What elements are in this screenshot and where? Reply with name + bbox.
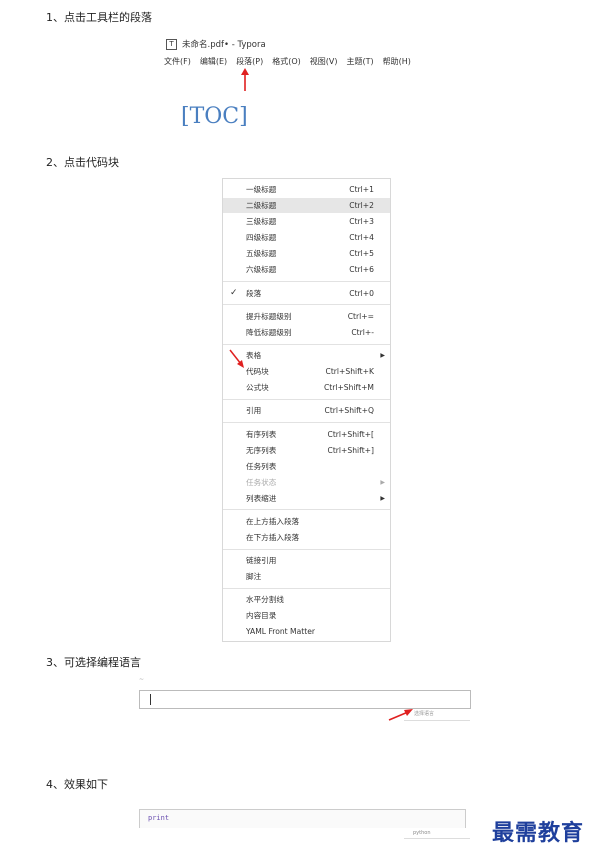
- result-language-label: python: [413, 830, 431, 836]
- language-input-underline: [404, 720, 470, 721]
- menu-item-h1[interactable]: 一级标题 Ctrl+1: [223, 182, 390, 197]
- typora-title-bar: T 未命名.pdf• - Typora: [166, 38, 266, 50]
- menu-view[interactable]: 视图(V): [310, 56, 338, 67]
- code-block-editor[interactable]: [139, 690, 471, 709]
- menu-file[interactable]: 文件(F): [164, 56, 191, 67]
- menu-item-h6[interactable]: 六级标题 Ctrl+6: [223, 262, 390, 277]
- menu-item-horizontal-rule[interactable]: 水平分割线: [223, 592, 390, 607]
- menu-item-math-block[interactable]: 公式块 Ctrl+Shift+M: [223, 380, 390, 395]
- menu-help[interactable]: 帮助(H): [383, 56, 411, 67]
- step-1-heading: 1、点击工具栏的段落: [46, 11, 152, 24]
- menu-separator: [223, 588, 390, 589]
- arrow-up-icon: [241, 68, 249, 91]
- menu-format[interactable]: 格式(O): [272, 56, 301, 67]
- typora-app-icon: T: [166, 38, 177, 50]
- menu-item-quote[interactable]: 引用 Ctrl+Shift+Q: [223, 403, 390, 418]
- menu-item-table-of-contents[interactable]: 内容目录: [223, 608, 390, 623]
- watermark-logo: 最需教育: [492, 820, 585, 846]
- menu-edit[interactable]: 编辑(E): [200, 56, 227, 67]
- menu-item-h5[interactable]: 五级标题 Ctrl+5: [223, 246, 390, 261]
- menu-item-unordered-list[interactable]: 无序列表 Ctrl+Shift+]: [223, 443, 390, 458]
- menu-item-code-block[interactable]: 代码块 Ctrl+Shift+K: [223, 364, 390, 379]
- menu-separator: [223, 509, 390, 510]
- menu-item-demote-heading[interactable]: 降低标题级别 Ctrl+-: [223, 325, 390, 340]
- menu-item-ordered-list[interactable]: 有序列表 Ctrl+Shift+[: [223, 427, 390, 442]
- submenu-arrow-icon: ▶: [380, 479, 385, 486]
- menu-item-task-list[interactable]: 任务列表: [223, 459, 390, 474]
- check-icon: ✓: [230, 288, 238, 298]
- menu-separator: [223, 304, 390, 305]
- menu-separator: [223, 344, 390, 345]
- menu-item-footnote[interactable]: 脚注: [223, 569, 390, 584]
- code-text: print: [148, 814, 170, 822]
- menu-separator: [223, 549, 390, 550]
- toc-placeholder: [TOC]: [181, 104, 248, 129]
- menu-theme[interactable]: 主题(T): [346, 56, 373, 67]
- menu-item-h4[interactable]: 四级标题 Ctrl+4: [223, 230, 390, 245]
- menu-separator: [223, 422, 390, 423]
- language-select-input[interactable]: 选择语言: [414, 710, 434, 717]
- text-caret: [150, 694, 151, 705]
- submenu-arrow-icon: ▶: [380, 495, 385, 502]
- menu-item-h3[interactable]: 三级标题 Ctrl+3: [223, 214, 390, 229]
- menu-item-promote-heading[interactable]: 提升标题级别 Ctrl+=: [223, 309, 390, 324]
- menu-separator: [223, 281, 390, 282]
- menu-item-task-status: 任务状态 ▶: [223, 475, 390, 490]
- step-4-heading: 4、效果如下: [46, 778, 108, 791]
- menu-item-paragraph[interactable]: ✓ 段落 Ctrl+0: [223, 286, 390, 301]
- step-2-heading: 2、点击代码块: [46, 156, 119, 169]
- submenu-arrow-icon: ▶: [380, 352, 385, 359]
- fence-mark: ~: [139, 676, 145, 683]
- window-title: 未命名.pdf• - Typora: [182, 40, 266, 50]
- result-language-underline: [404, 838, 470, 839]
- typora-menu-bar: 文件(F) 编辑(E) 段落(P) 格式(O) 视图(V) 主题(T) 帮助(H…: [164, 56, 411, 67]
- paragraph-menu: 一级标题 Ctrl+1 二级标题 Ctrl+2 三级标题 Ctrl+3 四级标题 Ctr…: [222, 178, 391, 642]
- arrow-diagonal-icon: [229, 349, 244, 368]
- menu-item-link-reference[interactable]: 链接引用: [223, 553, 390, 568]
- menu-item-insert-below[interactable]: 在下方插入段落: [223, 530, 390, 545]
- menu-item-list-indent[interactable]: 列表缩进 ▶: [223, 491, 390, 506]
- menu-item-insert-above[interactable]: 在上方插入段落: [223, 514, 390, 529]
- menu-separator: [223, 399, 390, 400]
- menu-item-yaml-front-matter[interactable]: YAML Front Matter: [223, 624, 390, 639]
- menu-item-h2[interactable]: 二级标题 Ctrl+2: [223, 198, 390, 213]
- result-code-block: print: [139, 809, 466, 828]
- step-3-heading: 3、可选择编程语言: [46, 656, 141, 669]
- menu-item-table[interactable]: 表格 ▶: [223, 348, 390, 363]
- menu-paragraph[interactable]: 段落(P): [236, 56, 263, 67]
